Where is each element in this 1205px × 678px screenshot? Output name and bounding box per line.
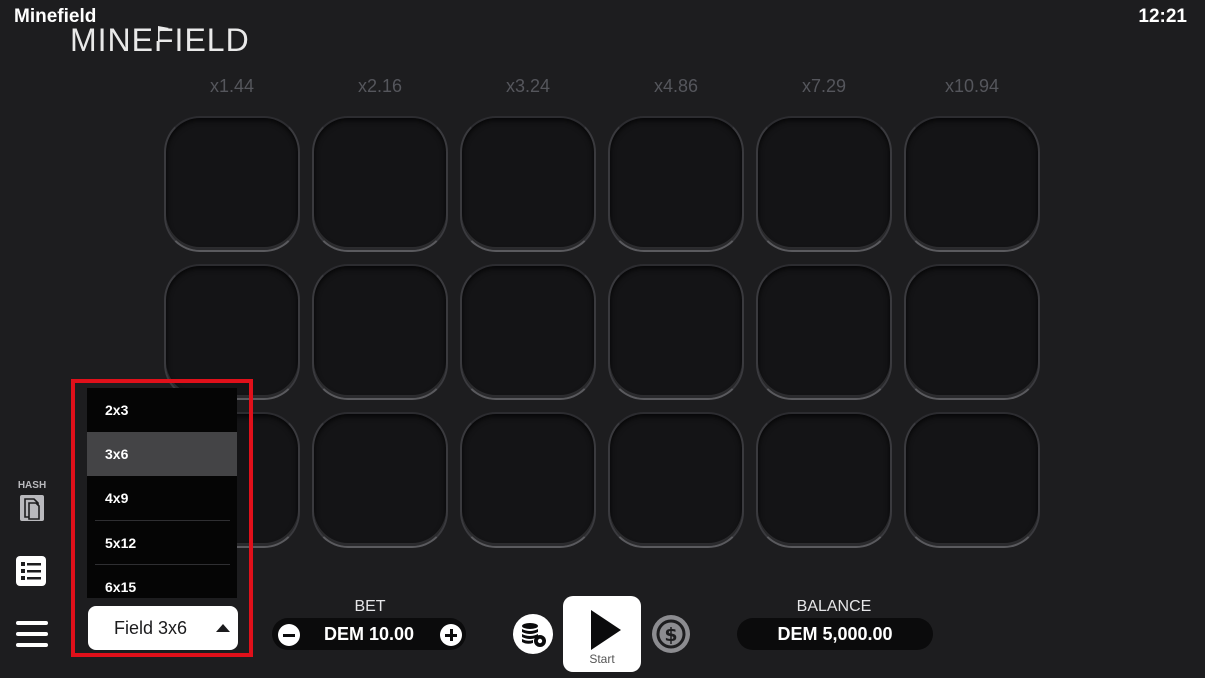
field-cell[interactable]: [904, 412, 1040, 548]
field-size-dropdown-list: 2x3 3x6 4x9 5x12 6x15: [87, 388, 237, 598]
field-cell[interactable]: [608, 412, 744, 548]
field-cell[interactable]: [756, 412, 892, 548]
cashout-dollar-icon[interactable]: $: [651, 614, 691, 654]
start-label: Start: [589, 652, 615, 666]
caret-up-icon: [216, 624, 230, 632]
multiplier-label: x2.16: [357, 76, 403, 96]
field-size-select[interactable]: Field 3x6: [88, 606, 238, 650]
field-cell[interactable]: [904, 116, 1040, 252]
decrease-bet-button[interactable]: [278, 624, 300, 646]
field-cell[interactable]: [904, 264, 1040, 400]
field-cell[interactable]: [312, 116, 448, 252]
clock: 12:21: [1138, 6, 1187, 27]
field-cell[interactable]: [608, 264, 744, 400]
field-cell[interactable]: [164, 116, 300, 252]
minus-icon: [283, 634, 295, 637]
bet-amount: DEM 10.00: [323, 624, 415, 644]
hash-button[interactable]: HASH: [14, 480, 50, 528]
multiplier-label: x3.24: [505, 76, 551, 96]
multiplier-label: x4.86: [653, 76, 699, 96]
dropdown-option-6x15[interactable]: 6x15: [87, 565, 237, 609]
play-icon: [591, 610, 621, 650]
autoplay-settings-button[interactable]: [513, 614, 553, 654]
multiplier-label: x10.94: [944, 76, 1000, 96]
field-cell[interactable]: [756, 116, 892, 252]
dropdown-option-5x12[interactable]: 5x12: [87, 521, 237, 565]
flag-icon: [156, 25, 169, 41]
field-cell[interactable]: [460, 264, 596, 400]
field-size-label: Field 3x6: [114, 618, 188, 638]
bet-label: BET: [354, 598, 386, 615]
svg-text:$: $: [664, 624, 677, 646]
field-cell[interactable]: [312, 412, 448, 548]
history-list-icon[interactable]: [16, 556, 46, 586]
multiplier-label: x1.44: [209, 76, 255, 96]
copy-document-icon: [20, 495, 44, 521]
plus-icon-vertical: [450, 629, 453, 641]
field-cell[interactable]: [460, 412, 596, 548]
start-button[interactable]: Start: [563, 596, 641, 672]
balance-label: BALANCE: [796, 598, 872, 615]
dropdown-option-4x9[interactable]: 4x9: [87, 476, 237, 520]
balance-amount: DEM 5,000.00: [777, 624, 893, 644]
field-cell[interactable]: [312, 264, 448, 400]
dropdown-option-2x3[interactable]: 2x3: [87, 388, 237, 432]
field-cell[interactable]: [460, 116, 596, 252]
hamburger-menu-icon[interactable]: [16, 619, 48, 649]
hash-label: HASH: [17, 480, 47, 491]
multiplier-label: x7.29: [801, 76, 847, 96]
coins-gear-icon: [522, 623, 546, 647]
increase-bet-button[interactable]: [440, 624, 462, 646]
field-cell[interactable]: [756, 264, 892, 400]
bet-control: DEM 10.00: [272, 618, 466, 650]
dropdown-option-3x6[interactable]: 3x6: [87, 432, 237, 476]
field-cell[interactable]: [608, 116, 744, 252]
balance-display: DEM 5,000.00: [737, 618, 933, 650]
